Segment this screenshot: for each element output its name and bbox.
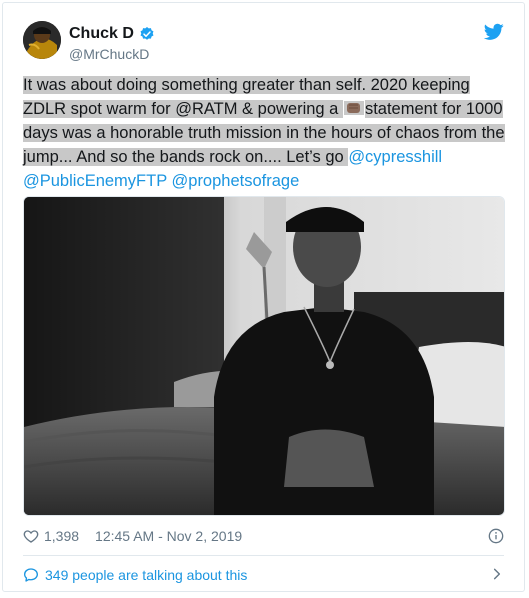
divider bbox=[23, 555, 504, 556]
heart-icon[interactable] bbox=[23, 528, 39, 544]
speech-bubble-icon bbox=[24, 568, 38, 582]
tweet-header: Chuck D @MrChuckD bbox=[23, 19, 504, 63]
tweet-text: It was about doing something greater tha… bbox=[23, 73, 508, 193]
chevron-right-icon[interactable] bbox=[490, 567, 504, 581]
like-count[interactable]: 1,398 bbox=[44, 528, 79, 544]
verified-badge-icon bbox=[140, 27, 154, 40]
author-display-name[interactable]: Chuck D bbox=[69, 25, 134, 43]
mention-link[interactable]: @cypresshill bbox=[348, 148, 442, 166]
author-name-row[interactable]: Chuck D bbox=[69, 25, 155, 43]
tweet-card: Chuck D @MrChuckD It was about doing som… bbox=[2, 2, 525, 592]
info-icon[interactable] bbox=[488, 528, 504, 544]
talking-count-text[interactable]: 349 people are talking about this bbox=[45, 567, 247, 583]
tweet-meta: 1,398 12:45 AM - Nov 2, 2019 bbox=[23, 526, 242, 546]
mention-link[interactable]: @prophetsofrage bbox=[172, 172, 300, 190]
mention-link[interactable]: @PublicEnemyFTP bbox=[23, 172, 167, 190]
author-handle[interactable]: @MrChuckD bbox=[69, 46, 149, 62]
twitter-bird-icon[interactable] bbox=[484, 23, 504, 41]
tweet-photo[interactable] bbox=[23, 196, 505, 516]
avatar[interactable] bbox=[23, 21, 61, 59]
raised-fist-emoji bbox=[343, 101, 364, 115]
tweet-timestamp[interactable]: 12:45 AM - Nov 2, 2019 bbox=[95, 528, 242, 544]
conversation-link[interactable]: 349 people are talking about this bbox=[23, 565, 504, 585]
